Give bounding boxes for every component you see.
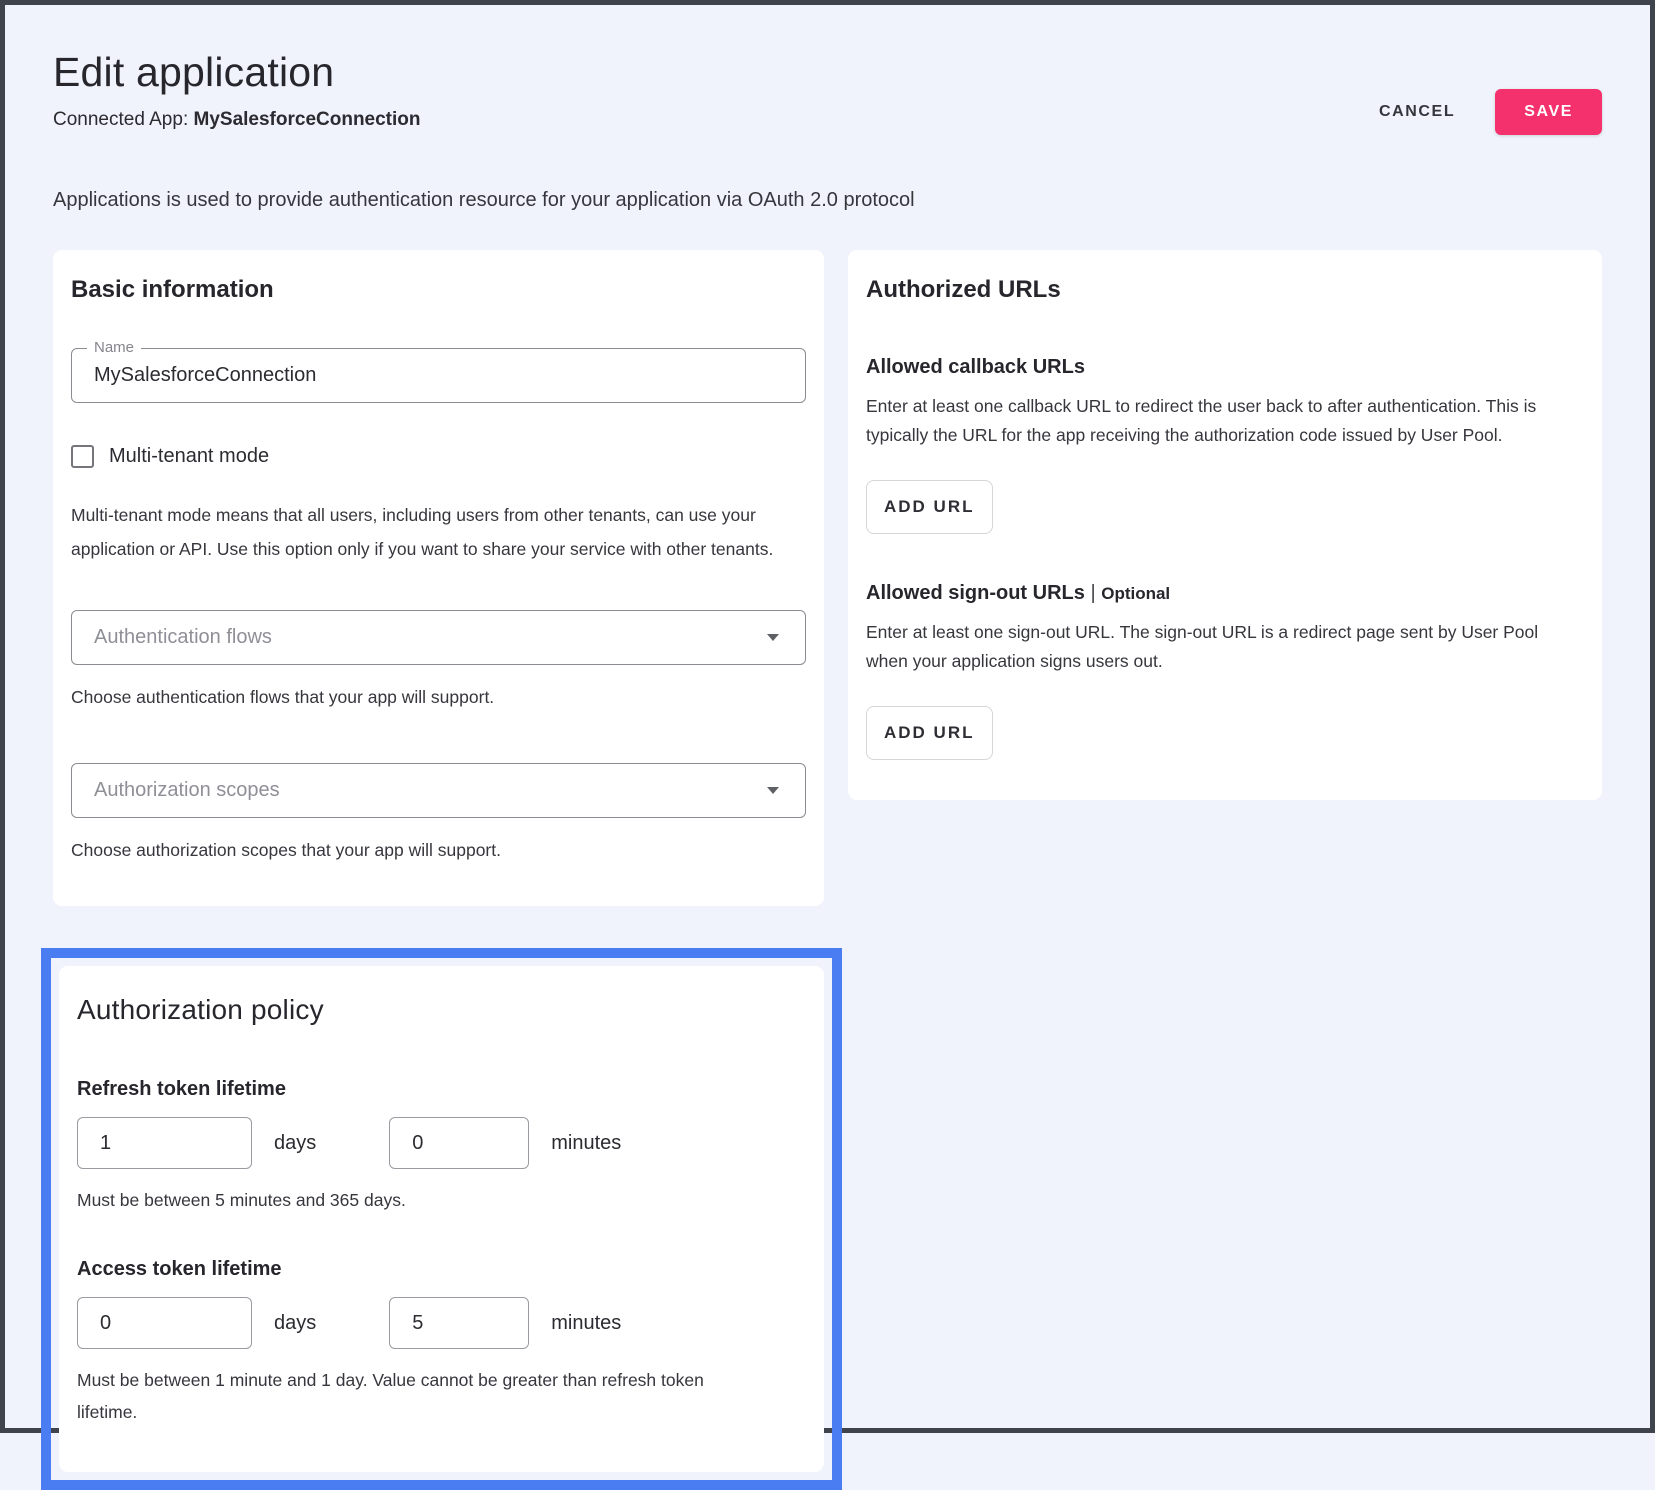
name-field-wrapper: Name xyxy=(71,348,806,403)
content-columns: Basic information Name Multi-tenant mode… xyxy=(53,250,1602,1490)
add-callback-url-button[interactable]: ADD URL xyxy=(866,480,993,534)
authorization-policy-highlight: Authorization policy Refresh token lifet… xyxy=(41,948,842,1490)
add-signout-url-button[interactable]: ADD URL xyxy=(866,706,993,760)
authentication-flows-helper: Choose authentication flows that your ap… xyxy=(71,682,806,713)
access-token-group: Access token lifetime days minutes Must … xyxy=(77,1258,806,1428)
refresh-token-days-unit: days xyxy=(274,1132,316,1155)
authorization-policy-card: Authorization policy Refresh token lifet… xyxy=(59,966,824,1472)
page-header: Edit application Connected App: MySalesf… xyxy=(53,49,1602,135)
access-token-days-unit: days xyxy=(274,1312,316,1335)
connected-app-name: MySalesforceConnection xyxy=(194,109,421,130)
refresh-token-lifetime-label: Refresh token lifetime xyxy=(77,1078,806,1101)
chevron-down-icon xyxy=(767,787,779,794)
edit-application-page: Edit application Connected App: MySalesf… xyxy=(5,5,1650,1490)
allowed-callback-urls-title: Allowed callback URLs xyxy=(866,356,1584,379)
chevron-down-icon xyxy=(767,634,779,641)
authorized-urls-heading: Authorized URLs xyxy=(866,276,1584,304)
access-token-minutes-input[interactable] xyxy=(389,1297,529,1349)
right-column: Authorized URLs Allowed callback URLs En… xyxy=(848,250,1602,800)
authentication-flows-select[interactable]: Authentication flows xyxy=(71,610,806,665)
optional-separator: | xyxy=(1090,582,1095,604)
refresh-token-days-input[interactable] xyxy=(77,1117,252,1169)
multi-tenant-description: Multi-tenant mode means that all users, … xyxy=(71,498,806,566)
page-description: Applications is used to provide authenti… xyxy=(53,189,1602,212)
access-token-days-input[interactable] xyxy=(77,1297,252,1349)
header-actions: CANCEL SAVE xyxy=(1379,89,1602,135)
save-button[interactable]: SAVE xyxy=(1495,89,1602,135)
optional-label: Optional xyxy=(1101,584,1170,603)
page-header-left: Edit application Connected App: MySalesf… xyxy=(53,49,421,131)
authorization-scopes-placeholder: Authorization scopes xyxy=(94,779,280,802)
authorization-policy-heading: Authorization policy xyxy=(77,994,806,1026)
name-input[interactable] xyxy=(94,364,783,387)
allowed-signout-urls-title-text: Allowed sign-out URLs xyxy=(866,582,1085,604)
basic-information-heading: Basic information xyxy=(71,276,806,304)
access-token-lifetime-row: days minutes xyxy=(77,1297,806,1349)
allowed-callback-urls-description: Enter at least one callback URL to redir… xyxy=(866,392,1584,450)
connected-app-subtitle: Connected App: MySalesforceConnection xyxy=(53,109,421,131)
access-token-minutes-unit: minutes xyxy=(551,1312,621,1335)
refresh-token-minutes-input[interactable] xyxy=(389,1117,529,1169)
cancel-button[interactable]: CANCEL xyxy=(1379,103,1455,121)
page-title: Edit application xyxy=(53,49,421,96)
multi-tenant-row: Multi-tenant mode xyxy=(71,445,806,468)
access-token-lifetime-label: Access token lifetime xyxy=(77,1258,806,1281)
name-field-label: Name xyxy=(87,339,141,356)
left-column: Basic information Name Multi-tenant mode… xyxy=(53,250,824,1490)
refresh-token-lifetime-row: days minutes xyxy=(77,1117,806,1169)
authorization-scopes-select[interactable]: Authorization scopes xyxy=(71,763,806,818)
refresh-token-minutes-unit: minutes xyxy=(551,1132,621,1155)
authorized-urls-card: Authorized URLs Allowed callback URLs En… xyxy=(848,250,1602,800)
refresh-token-rule: Must be between 5 minutes and 365 days. xyxy=(77,1184,806,1216)
authentication-flows-placeholder: Authentication flows xyxy=(94,626,272,649)
allowed-signout-urls-description: Enter at least one sign-out URL. The sig… xyxy=(866,618,1584,676)
multi-tenant-checkbox[interactable] xyxy=(71,445,94,468)
basic-information-card: Basic information Name Multi-tenant mode… xyxy=(53,250,824,906)
connected-app-label: Connected App: xyxy=(53,109,194,130)
authorization-scopes-helper: Choose authorization scopes that your ap… xyxy=(71,835,806,866)
access-token-rule: Must be between 1 minute and 1 day. Valu… xyxy=(77,1364,737,1428)
multi-tenant-label: Multi-tenant mode xyxy=(109,445,269,468)
allowed-signout-urls-title: Allowed sign-out URLs | Optional xyxy=(866,582,1584,605)
